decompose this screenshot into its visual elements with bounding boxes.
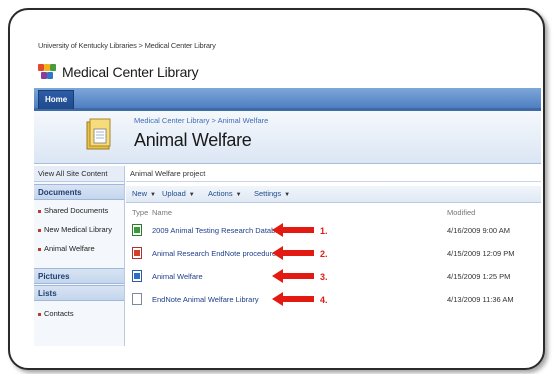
toolbar-new-menu[interactable]: New ▼	[132, 186, 156, 203]
red-arrow-icon	[272, 223, 314, 237]
modified-date: 4/15/2009 1:25 PM	[447, 272, 511, 281]
modified-date: 4/16/2009 9:00 AM	[447, 226, 510, 235]
library-description: Animal Welfare project	[126, 166, 541, 182]
endnote-icon	[132, 247, 142, 259]
sharepoint-screenshot: University of Kentucky Libraries > Medic…	[34, 36, 541, 346]
column-header-name[interactable]: Name	[152, 208, 172, 217]
column-header-type[interactable]: Type	[132, 208, 148, 217]
page-breadcrumb[interactable]: Medical Center Library > Animal Welfare	[134, 116, 268, 125]
dropdown-arrow-icon: ▼	[188, 192, 195, 198]
nav-item-label: Shared Documents	[44, 206, 109, 215]
dropdown-arrow-icon: ▼	[284, 192, 291, 198]
table-row: EndNote Animal Welfare Library 4. 4/13/2…	[126, 289, 541, 311]
dropdown-arrow-icon: ▼	[150, 192, 156, 198]
callout-number: 3.	[320, 272, 328, 282]
document-library: Animal Welfare project New ▼ Upload ▼ Acti…	[126, 166, 541, 346]
folder-icon	[86, 118, 111, 150]
nav-item-label: Animal Welfare	[44, 244, 95, 253]
document-link[interactable]: Animal Welfare	[152, 272, 203, 281]
toolbar-label: Upload	[162, 189, 186, 198]
bullet-icon	[38, 312, 41, 316]
callout-number: 4.	[320, 295, 328, 305]
toolbar-label: Actions	[208, 189, 233, 198]
library-toolbar: New ▼ Upload ▼ Actions ▼ Settings ▼	[126, 186, 541, 203]
view-all-site-content-link[interactable]: View All Site Content	[34, 166, 124, 182]
site-title-row: Medical Center Library	[38, 62, 199, 82]
bullet-icon	[38, 247, 41, 251]
page-title: Animal Welfare	[134, 130, 252, 150]
quick-launch-nav: View All Site Content Documents Shared D…	[34, 166, 125, 346]
document-link[interactable]: Animal Research EndNote procedures	[152, 249, 280, 258]
nav-item-new-medical-library[interactable]: New Medical Library	[38, 225, 112, 234]
generic-file-icon	[132, 293, 142, 305]
word-icon	[132, 270, 142, 282]
global-breadcrumb-bar: University of Kentucky Libraries > Medic…	[34, 36, 541, 56]
tab-home[interactable]: Home	[38, 90, 75, 109]
modified-date: 4/13/2009 11:36 AM	[447, 295, 514, 304]
nav-heading-lists[interactable]: Lists	[34, 285, 124, 301]
toolbar-settings-menu[interactable]: Settings ▼	[254, 186, 290, 203]
callout-number: 2.	[320, 249, 328, 259]
dropdown-arrow-icon: ▼	[235, 192, 242, 198]
bullet-icon	[38, 209, 41, 213]
nav-heading-pictures[interactable]: Pictures	[34, 268, 124, 284]
excel-icon	[132, 224, 142, 236]
nav-item-shared-documents[interactable]: Shared Documents	[38, 206, 108, 215]
modified-date: 4/15/2009 12:09 PM	[447, 249, 515, 258]
callout-number: 1.	[320, 226, 328, 236]
nav-item-animal-welfare[interactable]: Animal Welfare	[38, 244, 95, 253]
site-logo-icon	[38, 64, 56, 80]
red-arrow-icon	[272, 292, 314, 306]
toolbar-label: New	[132, 189, 148, 198]
nav-item-contacts[interactable]: Contacts	[38, 309, 74, 318]
table-row: Animal Welfare 3. 4/15/2009 1:25 PM	[126, 266, 541, 288]
column-header-modified[interactable]: Modified	[447, 208, 475, 217]
site-title[interactable]: Medical Center Library	[62, 64, 199, 80]
red-arrow-icon	[272, 269, 314, 283]
table-row: Animal Research EndNote procedures 2. 4/…	[126, 243, 541, 265]
nav-item-label: New Medical Library	[44, 225, 112, 234]
toolbar-label: Settings	[254, 189, 282, 198]
nav-item-label: Contacts	[44, 309, 74, 318]
red-arrow-icon	[272, 246, 314, 260]
table-row: 2009 Animal Testing Research Database 1.…	[126, 220, 541, 242]
top-nav-bar: Home	[34, 88, 541, 111]
document-link[interactable]: 2009 Animal Testing Research Database	[152, 226, 287, 235]
bullet-icon	[38, 228, 41, 232]
toolbar-upload-menu[interactable]: Upload ▼	[162, 186, 195, 203]
document-link[interactable]: EndNote Animal Welfare Library	[152, 295, 259, 304]
toolbar-actions-menu[interactable]: Actions ▼	[208, 186, 242, 203]
nav-heading-documents[interactable]: Documents	[34, 184, 124, 200]
global-breadcrumb[interactable]: University of Kentucky Libraries > Medic…	[38, 41, 216, 50]
